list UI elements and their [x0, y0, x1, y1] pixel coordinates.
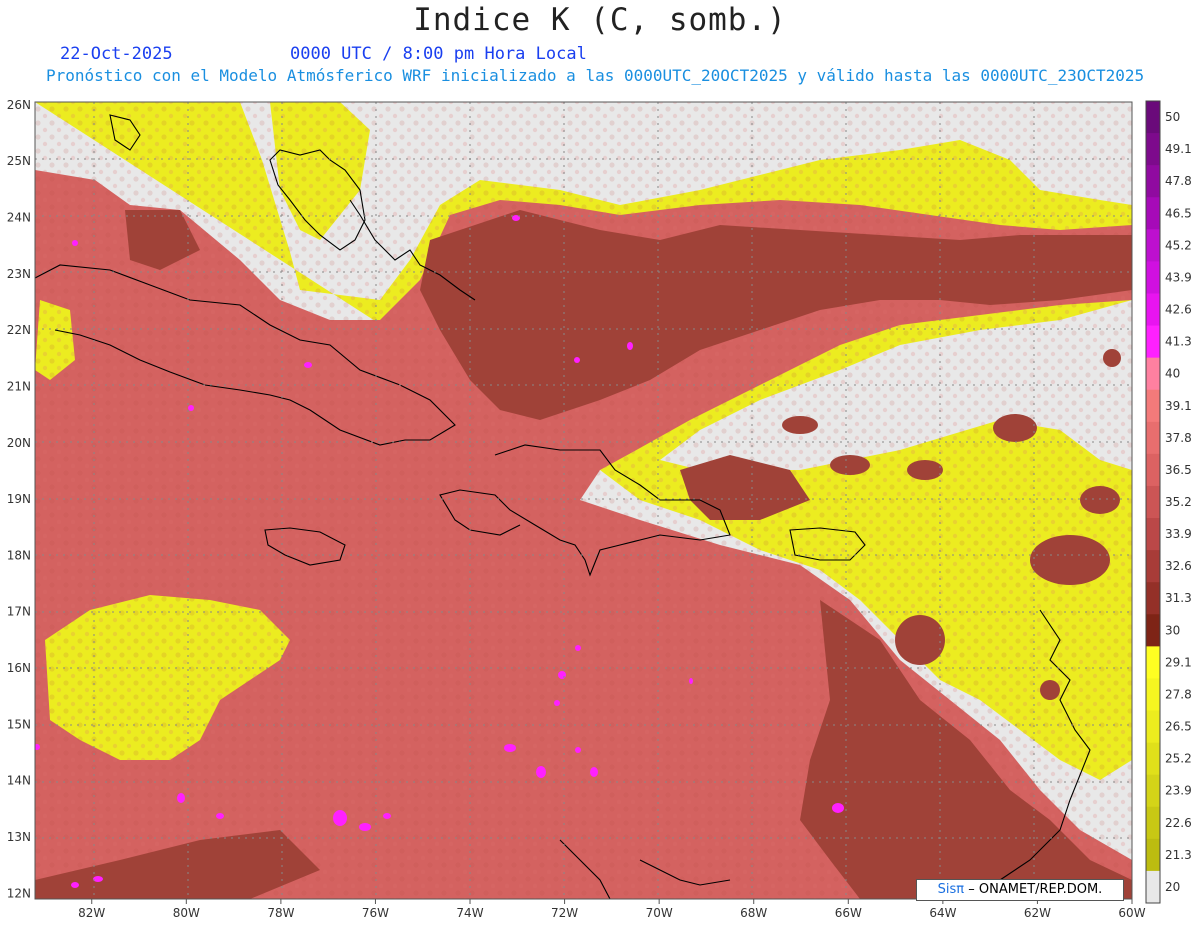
- colorbar-swatch: [1146, 774, 1160, 808]
- lon-label: 68W: [740, 906, 767, 920]
- colorbar-label: 29.1: [1165, 655, 1192, 669]
- lat-label: 21N: [7, 379, 31, 393]
- colorbar-label: 30: [1165, 623, 1180, 637]
- colorbar-label: 26.5: [1165, 720, 1192, 734]
- lon-label: 82W: [78, 906, 105, 920]
- colorbar-swatch: [1146, 806, 1160, 840]
- colorbar-swatch: [1146, 518, 1160, 551]
- colorbar-swatch: [1146, 870, 1160, 904]
- lat-label: 14N: [7, 774, 31, 788]
- colorbar-label: 32.6: [1165, 559, 1192, 573]
- sispi-logo: Sisπ: [937, 882, 965, 897]
- colorbar-swatch: [1146, 165, 1160, 198]
- colorbar-swatch: [1146, 261, 1160, 294]
- lat-label: 26N: [7, 98, 31, 112]
- field-layer: [35, 102, 1132, 899]
- lat-label: 16N: [7, 661, 31, 675]
- colorbar-swatch: [1146, 646, 1160, 679]
- colorbar-label: 31.3: [1165, 591, 1192, 605]
- colorbar-label: 45.2: [1165, 238, 1192, 252]
- lat-label: 23N: [7, 267, 31, 281]
- lat-label: 20N: [7, 436, 31, 450]
- colorbar-label: 27.8: [1165, 688, 1192, 702]
- lat-label: 18N: [7, 548, 31, 562]
- colorbar-label: 49.1: [1165, 142, 1192, 156]
- colorbar-swatch: [1146, 325, 1160, 359]
- lon-label: 64W: [929, 906, 956, 920]
- colorbar-label: 36.5: [1165, 463, 1192, 477]
- lon-label: 60W: [1118, 906, 1145, 920]
- colorbar-label: 23.9: [1165, 784, 1192, 798]
- forecast-time: 0000 UTC / 8:00 pm Hora Local: [290, 44, 587, 64]
- k-index-map: 82W 80W 78W 76W 74W 72W 70W 68W 66W 64W 62W 60W 26N…: [7, 98, 1192, 920]
- lat-label: 22N: [7, 323, 31, 337]
- lon-label: 74W: [456, 906, 483, 920]
- colorbar-swatch: [1146, 101, 1160, 134]
- colorbar-label: 47.8: [1165, 174, 1192, 188]
- colorbar-swatch: [1146, 133, 1160, 166]
- colorbar-label: 42.6: [1165, 303, 1192, 317]
- colorbar-label: 37.8: [1165, 431, 1192, 445]
- colorbar-swatch: [1146, 710, 1160, 744]
- colorbar-label: 20: [1165, 880, 1180, 894]
- colorbar-label: 41.3: [1165, 335, 1192, 349]
- colorbar-swatch: [1146, 357, 1160, 391]
- lon-label: 76W: [362, 906, 389, 920]
- lon-label: 78W: [267, 906, 294, 920]
- colorbar-label: 35.2: [1165, 495, 1192, 509]
- colorbar-swatch: [1146, 582, 1160, 615]
- colorbar-swatch: [1146, 678, 1160, 712]
- colorbar-label: 50: [1165, 110, 1180, 124]
- lat-label: 17N: [7, 605, 31, 619]
- lon-label: 72W: [551, 906, 578, 920]
- longitude-labels: 82W 80W 78W 76W 74W 72W 70W 68W 66W 64W 62W 60W: [78, 899, 1146, 920]
- colorbar-swatch: [1146, 550, 1160, 583]
- colorbar-swatch: [1146, 614, 1160, 647]
- lat-label: 24N: [7, 211, 31, 225]
- colorbar-label: 46.5: [1165, 206, 1192, 220]
- colorbar-label: 43.9: [1165, 270, 1192, 284]
- credit-box: Sisπ – ONAMET/REP.DOM.: [916, 879, 1124, 901]
- colorbar-label: 25.2: [1165, 752, 1192, 766]
- colorbar-label: 39.1: [1165, 399, 1192, 413]
- colorbar-swatch: [1146, 742, 1160, 776]
- map-title: Indice K (C, somb.): [413, 2, 787, 38]
- lat-label: 15N: [7, 717, 31, 731]
- colorbar-swatch: [1146, 485, 1160, 519]
- colorbar-label: 21.3: [1165, 848, 1192, 862]
- colorbar-swatch: [1146, 421, 1160, 455]
- lat-label: 13N: [7, 830, 31, 844]
- colorbar-swatch: [1146, 838, 1160, 872]
- colorbar-swatch: [1146, 389, 1160, 423]
- colorbar-swatch: [1146, 229, 1160, 262]
- colorbar-label: 40: [1165, 367, 1180, 381]
- lat-label: 25N: [7, 154, 31, 168]
- forecast-date: 22-Oct-2025: [60, 44, 173, 64]
- latitude-labels: 26N 25N 24N 23N 22N 21N 20N 19N 18N 17N 16N 15N 14N 1…: [7, 98, 31, 901]
- lon-label: 62W: [1024, 906, 1051, 920]
- colorbar-label: 33.9: [1165, 527, 1192, 541]
- lon-label: 70W: [646, 906, 673, 920]
- colorbar-swatch: [1146, 197, 1160, 230]
- colorbar-label: 22.6: [1165, 816, 1192, 830]
- colorbar: 50 49.1 47.8 46.5 45.2 43.9 42.6 41.3 40 39.1 37.8…: [1145, 100, 1192, 904]
- lat-label: 19N: [7, 492, 31, 506]
- colorbar-swatch: [1146, 293, 1160, 327]
- lat-label: 12N: [7, 886, 31, 900]
- lon-label: 80W: [173, 906, 200, 920]
- colorbar-swatch: [1146, 453, 1160, 487]
- credit-text: – ONAMET/REP.DOM.: [968, 882, 1103, 897]
- lon-label: 66W: [835, 906, 862, 920]
- forecast-description: Pronóstico con el Modelo Atmósferico WRF…: [46, 66, 1145, 85]
